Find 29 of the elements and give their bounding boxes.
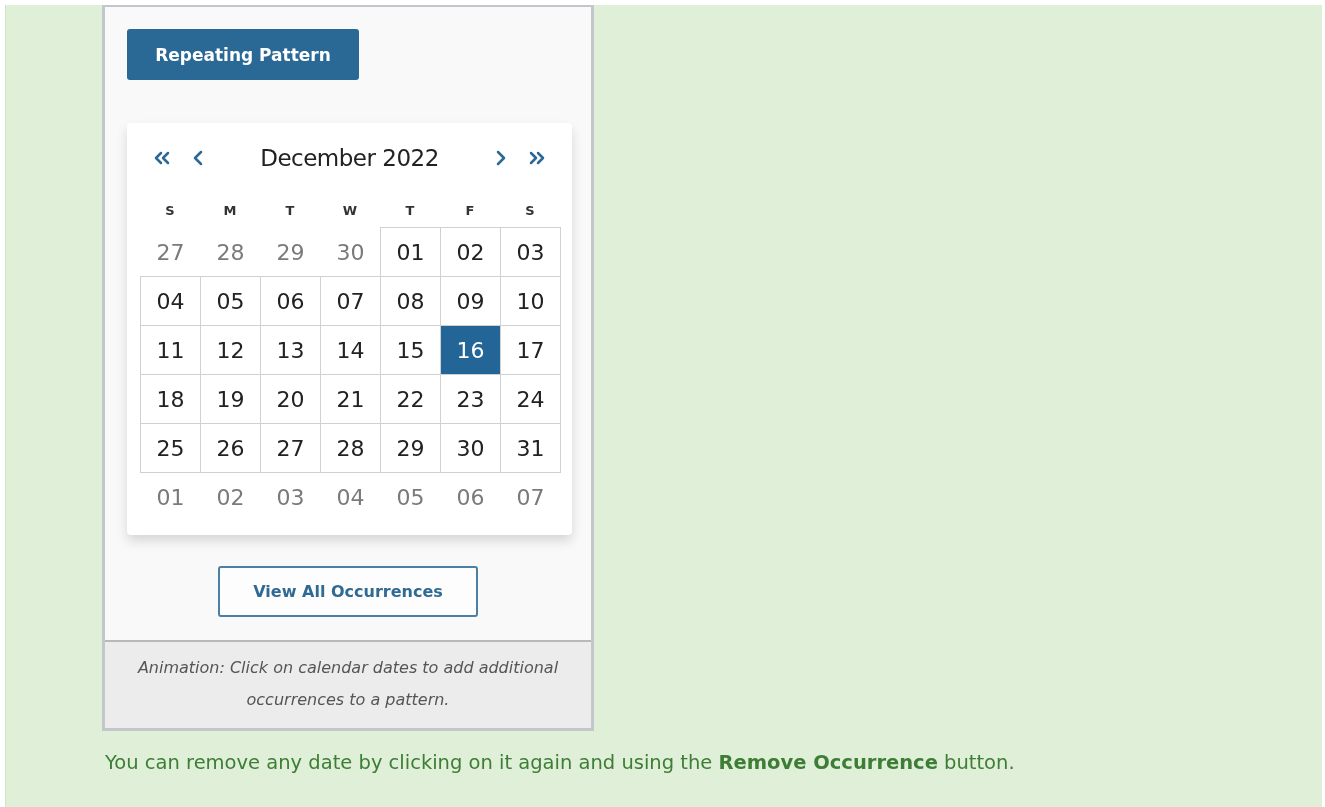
calendar-day[interactable]: 27 — [140, 227, 201, 277]
weekday-label: W — [341, 202, 359, 218]
repeating-pattern-button[interactable]: Repeating Pattern — [127, 29, 359, 80]
figure-caption: Animation: Click on calendar dates to add additional occurrences to a pattern. — [105, 640, 591, 728]
calendar-day[interactable]: 04 — [140, 276, 201, 326]
weekday-label: S — [524, 202, 536, 218]
calendar-day[interactable]: 04 — [320, 472, 381, 522]
calendar-day[interactable]: 07 — [500, 472, 561, 522]
calendar-day[interactable]: 05 — [380, 472, 441, 522]
view-all-occurrences-button[interactable]: View All Occurrences — [218, 566, 478, 617]
weekday-label: S — [164, 202, 176, 218]
weekday-label: M — [222, 202, 238, 218]
instruction-text: You can remove any date by clicking on it again and using the Remove Occurrence button. — [105, 751, 1016, 774]
calendar-day[interactable]: 28 — [200, 227, 261, 277]
calendar-day[interactable]: 03 — [500, 227, 561, 277]
calendar-day[interactable]: 06 — [440, 472, 501, 522]
calendar-day[interactable]: 02 — [200, 472, 261, 522]
calendar-day[interactable]: 25 — [140, 423, 201, 473]
month-title: December 2022 — [259, 145, 440, 171]
calendar-day[interactable]: 03 — [260, 472, 321, 522]
weekday-label: T — [284, 202, 296, 218]
calendar-day[interactable]: 30 — [320, 227, 381, 277]
weekday-label: T — [404, 202, 416, 218]
calendar-day[interactable]: 16 — [440, 325, 501, 375]
calendar-day[interactable]: 29 — [260, 227, 321, 277]
calendar-day[interactable]: 01 — [380, 227, 441, 277]
calendar-day[interactable]: 01 — [140, 472, 201, 522]
weekday-label: F — [464, 202, 476, 218]
calendar-day[interactable]: 31 — [500, 423, 561, 473]
